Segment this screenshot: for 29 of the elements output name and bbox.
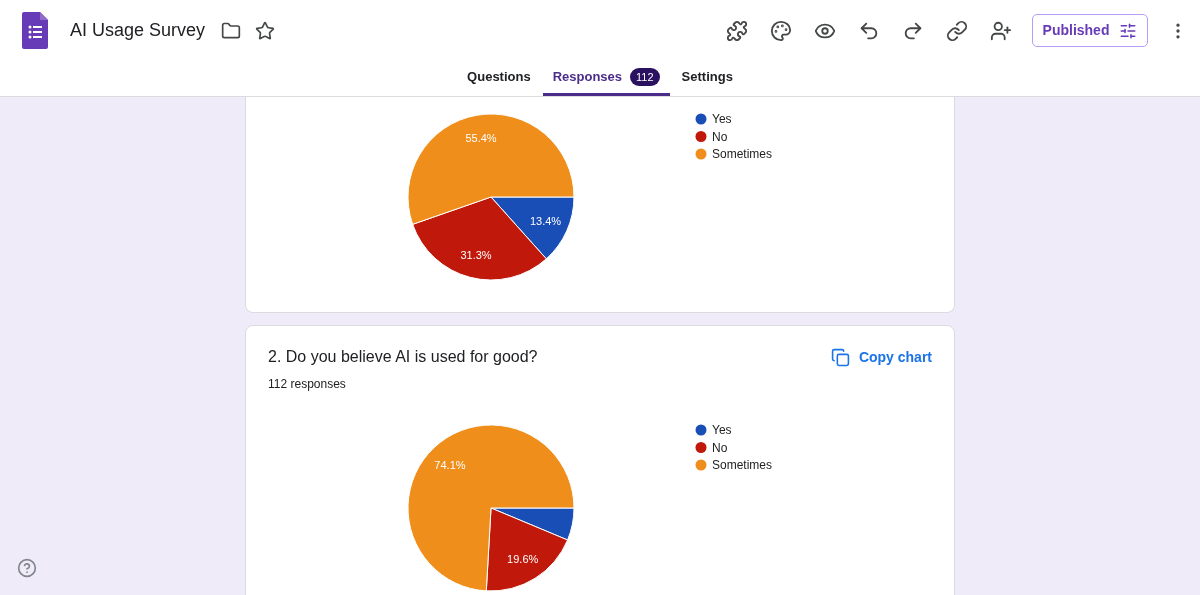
tab[interactable]: Questions — [457, 61, 541, 96]
forms-logo[interactable] — [22, 12, 48, 50]
slice-label: 19.6% — [507, 552, 539, 565]
copy-chart-button[interactable]: Copy chart — [830, 346, 932, 368]
star-icon[interactable] — [255, 20, 276, 41]
slice-label: 31.3% — [460, 248, 492, 261]
response-count: 112 responses — [267, 376, 347, 393]
puzzle-icon[interactable] — [726, 19, 748, 42]
legend-label: Yes — [712, 423, 732, 437]
tab[interactable]: Settings — [671, 61, 743, 96]
published-button[interactable]: Published — [1032, 14, 1148, 48]
link-icon[interactable] — [946, 19, 968, 42]
slice-label: 13.4% — [529, 215, 562, 228]
slice-label: 55.4% — [465, 132, 497, 145]
legend-label: No — [712, 129, 728, 144]
sliders-icon — [1119, 21, 1138, 40]
legend-label: Sometimes — [712, 458, 773, 472]
help-icon[interactable] — [17, 558, 37, 578]
legend-label: Sometimes — [712, 147, 773, 161]
copy-icon — [830, 347, 850, 367]
legend-label: No — [712, 440, 728, 455]
form-title[interactable]: AI Usage Survey — [70, 17, 206, 45]
add-person-icon[interactable] — [990, 19, 1012, 42]
question-title: 2. Do you believe AI is used for good? — [268, 347, 539, 367]
count-badge: 112 — [630, 67, 660, 87]
folder-icon[interactable] — [221, 20, 242, 41]
palette-icon[interactable] — [770, 19, 792, 42]
legend-label: Yes — [712, 112, 732, 126]
slice-label: 74.1% — [434, 458, 466, 471]
